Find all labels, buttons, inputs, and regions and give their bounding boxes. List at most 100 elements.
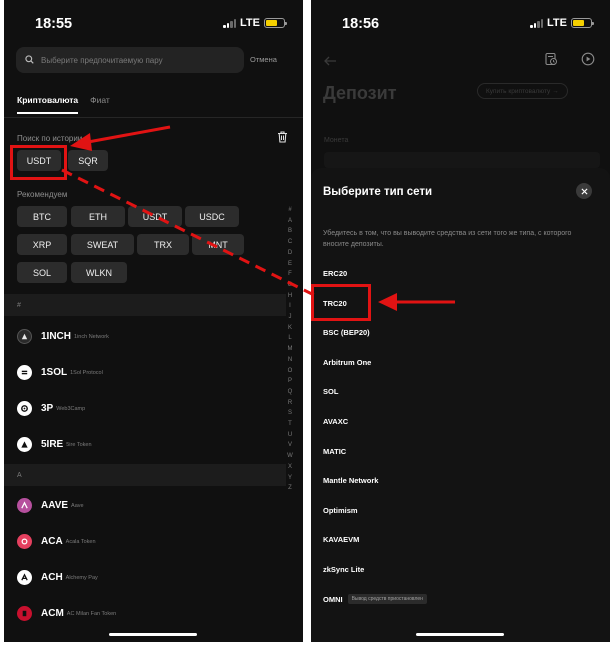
alphabet-index-letter[interactable]: N (288, 355, 292, 366)
network-option-matic[interactable]: MATIC (323, 447, 346, 456)
recommend-chip-trx[interactable]: TRX (137, 234, 189, 255)
coin-symbol: ACH (41, 572, 63, 583)
alphabet-index-letter[interactable]: Y (288, 473, 292, 484)
trash-icon[interactable] (277, 130, 288, 148)
cancel-button[interactable]: Отмена (250, 55, 277, 64)
coin-row-aca[interactable]: ACA Acala Token (17, 534, 96, 549)
alphabet-index-letter[interactable]: H (288, 291, 292, 302)
coin-name: AC Milan Fan Token (66, 610, 117, 617)
alphabet-index-letter[interactable]: K (288, 323, 292, 334)
network-option-optimism[interactable]: Optimism (323, 506, 358, 515)
tab-crypto[interactable]: Криптовалюта (17, 95, 79, 114)
recommend-chip-btc[interactable]: BTC (17, 206, 67, 227)
alphabet-index-letter[interactable]: D (288, 248, 292, 259)
alphabet-index-letter[interactable]: R (288, 398, 292, 409)
ach-logo-icon (17, 570, 32, 585)
alphabet-index-letter[interactable]: E (288, 259, 292, 270)
coin-name: Aave (71, 502, 84, 509)
1inch-logo-icon (17, 329, 32, 344)
alphabet-index-letter[interactable]: V (288, 440, 292, 451)
alphabet-index-letter[interactable]: F (288, 269, 292, 280)
battery-icon (570, 18, 594, 28)
alphabet-index-letter[interactable]: W (287, 451, 293, 462)
buy-crypto-button[interactable]: Купить криптовалюту → (477, 83, 568, 99)
home-indicator[interactable] (416, 633, 504, 636)
close-icon[interactable] (576, 183, 592, 199)
network-label: SOL (323, 387, 339, 396)
alphabet-index-letter[interactable]: Z (288, 483, 292, 494)
acm-logo-icon (17, 606, 32, 621)
alphabet-index-letter[interactable]: U (288, 430, 292, 441)
signal-icon (530, 18, 543, 28)
coin-row-5ire[interactable]: 5IRE 5ire Token (17, 437, 92, 452)
recommend-chip-usdt[interactable]: USDT (128, 206, 182, 227)
network-option-avaxc[interactable]: AVAXC (323, 417, 348, 426)
status-indicators: LTE (223, 17, 287, 29)
coin-row-3p[interactable]: 3P Web3Camp (17, 401, 85, 416)
coin-row-1inch[interactable]: 1INCH 1inch Network (17, 329, 109, 344)
network-label: OMNI (323, 594, 343, 604)
video-play-icon[interactable] (581, 52, 595, 71)
coin-name: Web3Camp (56, 405, 86, 412)
recommend-chip-mnt[interactable]: MNT (192, 234, 244, 255)
alphabet-index-letter[interactable]: P (288, 376, 292, 387)
network-option-zksync[interactable]: zkSync Lite (323, 565, 364, 574)
alphabet-index-letter[interactable]: O (288, 366, 293, 377)
home-indicator[interactable] (109, 633, 197, 636)
alphabet-index-letter[interactable]: T (288, 419, 292, 430)
alphabet-index-letter[interactable]: B (288, 226, 292, 237)
recommend-chip-sol[interactable]: SOL (17, 262, 67, 283)
alphabet-index-letter[interactable]: X (288, 462, 292, 473)
search-bar[interactable] (16, 47, 244, 73)
alphabet-index-letter[interactable]: C (288, 237, 292, 248)
alphabet-index-letter[interactable]: M (288, 344, 293, 355)
network-type: LTE (240, 17, 260, 29)
network-option-erc20[interactable]: ERC20 (323, 269, 347, 278)
tab-fiat[interactable]: Фиат (90, 95, 110, 105)
alphabet-index-letter[interactable]: J (289, 312, 292, 323)
back-arrow-icon[interactable] (323, 53, 337, 71)
network-option-sol[interactable]: SOL (323, 387, 338, 396)
aca-logo-icon (17, 534, 32, 549)
search-input[interactable] (41, 55, 221, 65)
recommend-chip-wlkn[interactable]: WLKN (71, 262, 127, 283)
alphabet-index-letter[interactable]: # (288, 205, 291, 216)
sheet-note: Убедитесь в том, что вы выводите средств… (323, 230, 572, 248)
page-title: Депозит (323, 83, 397, 103)
coin-row-1sol[interactable]: 1SOL 1Sol Protocol (17, 365, 103, 380)
coin-row-aave[interactable]: AAVE Aave (17, 498, 84, 513)
history-icon[interactable] (544, 52, 558, 71)
network-label: BSC (BEP20) (323, 328, 370, 337)
alphabet-index-letter[interactable]: A (288, 216, 292, 227)
recommend-chip-sweat[interactable]: SWEAT (71, 234, 134, 255)
history-chip-sqr[interactable]: SQR (68, 150, 108, 171)
network-option-mantle[interactable]: Mantle Network (323, 476, 378, 485)
coin-name: Acala Token (65, 538, 96, 545)
network-option-bsc[interactable]: BSC (BEP20) (323, 328, 370, 337)
recommend-chip-usdc[interactable]: USDC (185, 206, 239, 227)
alphabet-index-letter[interactable]: S (288, 408, 292, 419)
asset-type-tabs: Криптовалюта Фиат (17, 95, 110, 114)
status-time: 18:56 (342, 16, 380, 32)
section-header-hash: # (4, 294, 286, 316)
network-option-arbitrum[interactable]: Arbitrum One (323, 358, 371, 367)
network-label: AVAXC (323, 417, 349, 426)
alphabet-index-letter[interactable]: Q (288, 387, 293, 398)
alphabet-index-letter[interactable]: G (288, 280, 293, 291)
coin-row-ach[interactable]: ACH Alchemy Pay (17, 570, 98, 585)
network-type: LTE (547, 17, 567, 29)
network-option-omni[interactable]: OMNI Вывод средств приостановлен (323, 594, 427, 604)
recommend-chip-xrp[interactable]: XRP (17, 234, 67, 255)
coin-row-acm[interactable]: ACM AC Milan Fan Token (17, 606, 116, 621)
1sol-logo-icon (17, 365, 32, 380)
alphabet-index-letter[interactable]: L (288, 333, 291, 344)
alphabet-index-letter[interactable]: I (289, 301, 291, 312)
signal-icon (223, 18, 236, 28)
annotation-box-trc20 (311, 284, 371, 321)
recommend-chip-eth[interactable]: ETH (71, 206, 125, 227)
annotation-box-usdt (10, 145, 67, 180)
network-option-kavaevm[interactable]: KAVAEVM (323, 535, 359, 544)
coin-symbol: AAVE (41, 500, 69, 511)
alphabet-index[interactable]: # A B C D E F G H I J K L M N O P Q R S T U V W X Y Z (285, 205, 295, 494)
coin-selector[interactable] (324, 152, 600, 168)
